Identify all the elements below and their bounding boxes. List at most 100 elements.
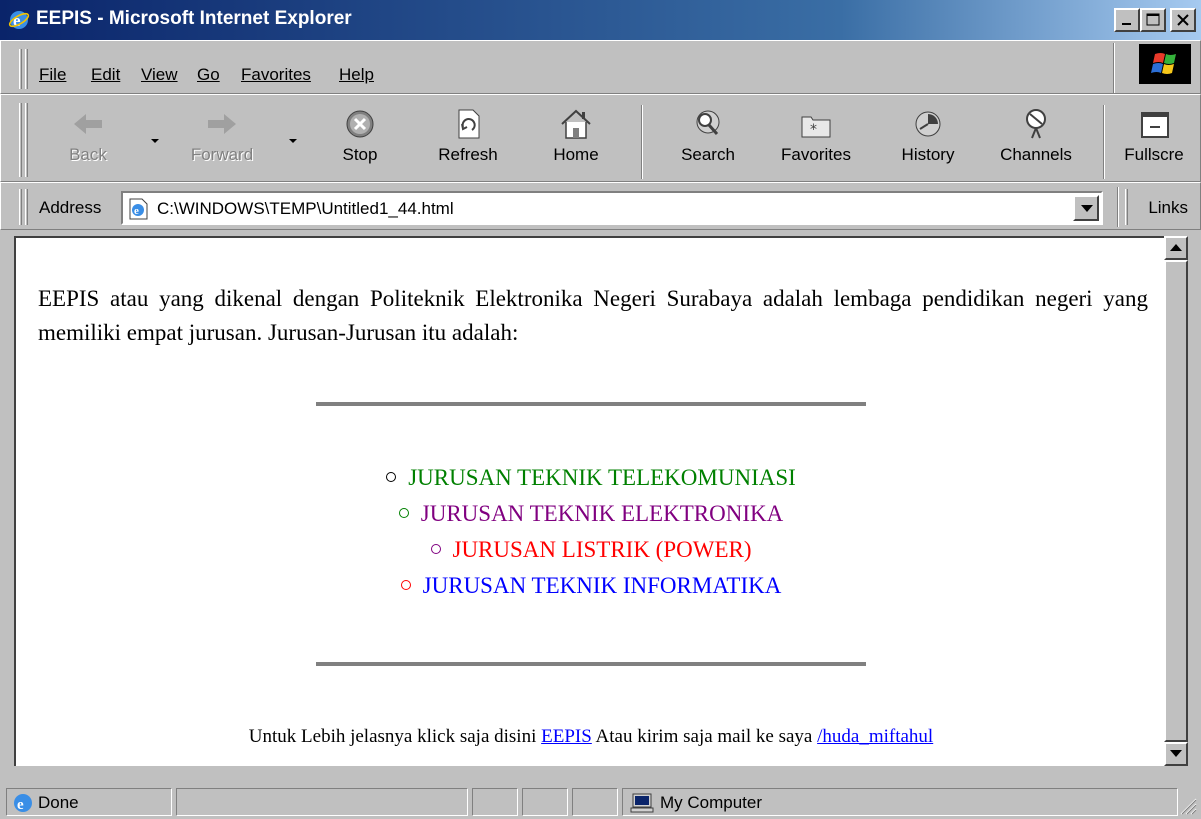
status-pane [572,788,618,816]
circle-bullet-icon [400,580,411,590]
horizontal-rule-bottom [316,662,866,666]
department-item: JURUSAN TEKNIK INFORMATIKA [16,568,1164,604]
department-label: JURUSAN TEKNIK TELEKOMUNIASI [408,465,796,490]
address-input[interactable]: e C:\WINDOWS\TEMP\Untitled1_44.html [121,191,1103,225]
toolbar-separator [641,105,643,179]
page-icon: e [129,198,148,220]
circle-bullet-icon [430,544,441,554]
my-computer-icon [630,793,654,813]
links-grip[interactable] [1125,189,1128,225]
scroll-up-button[interactable] [1164,236,1188,260]
page-content: EEPIS atau yang dikenal dengan Politekni… [14,236,1164,766]
back-button[interactable]: Back [49,107,127,177]
arrow-up-icon [1170,244,1182,251]
links-button[interactable]: Links [1148,198,1188,218]
scroll-down-button[interactable] [1164,742,1188,766]
minimize-button[interactable] [1114,8,1140,32]
favorites-button[interactable]: * Favorites [777,107,855,177]
menu-help[interactable]: Help [339,65,374,85]
horizontal-rule-top [316,402,866,406]
menu-edit[interactable]: Edit [91,65,120,85]
menu-favorites[interactable]: Favorites [241,65,311,85]
ie-page-icon: e [14,794,32,813]
menu-grip[interactable] [19,49,22,89]
circle-bullet-icon [398,508,409,518]
stop-button[interactable]: Stop [321,107,399,177]
svg-text:e: e [17,797,24,813]
email-link[interactable]: /huda_miftahul [817,726,933,747]
fullscreen-icon [1141,112,1169,138]
department-label: JURUSAN TEKNIK ELEKTRONIKA [420,501,784,526]
refresh-button[interactable]: Refresh [429,107,507,177]
close-button[interactable] [1170,8,1196,32]
eepis-link[interactable]: EEPIS [541,726,592,747]
status-pane [522,788,568,816]
svg-text:*: * [810,122,817,138]
minimize-icon [1122,23,1131,25]
windows-logo [1139,44,1191,84]
zone-label: My Computer [660,793,763,812]
vertical-scrollbar[interactable] [1164,236,1188,766]
stop-icon [346,110,374,138]
department-item: JURUSAN TEKNIK ELEKTRONIKA [16,496,1164,532]
menu-grip[interactable] [25,49,28,89]
department-list: JURUSAN TEKNIK TELEKOMUNIASI JURUSAN TEK… [16,460,1164,604]
department-item: JURUSAN LISTRIK (POWER) [16,532,1164,568]
channels-satellite-icon [1026,109,1046,139]
history-icon [915,111,941,137]
home-icon [561,109,591,139]
svg-text:e: e [13,11,21,30]
address-dropdown-button[interactable] [1073,195,1099,221]
arrow-down-icon [1170,750,1182,757]
menu-file[interactable]: File [39,65,66,85]
address-grip[interactable] [19,189,22,225]
status-pane-progress [176,788,468,816]
address-url: C:\WINDOWS\TEMP\Untitled1_44.html [157,199,454,218]
close-icon [1177,14,1189,26]
department-label: JURUSAN LISTRIK (POWER) [452,537,752,562]
svg-text:e: e [134,205,139,217]
history-button[interactable]: History [889,107,967,177]
status-pane [472,788,518,816]
forward-dropdown-arrow[interactable] [289,139,297,143]
ie-icon: e [8,11,30,30]
circle-bullet-icon [386,472,397,482]
department-label: JURUSAN TEKNIK INFORMATIKA [422,573,782,598]
search-button[interactable]: Search [669,107,747,177]
status-bar: e Done My Computer [0,768,1201,819]
footer-text: Untuk Lebih jelasnya klick saja disini [248,726,542,747]
links-divider [1117,187,1119,227]
channels-button[interactable]: Channels [997,107,1075,177]
menu-view[interactable]: View [141,65,178,85]
menu-bar: File Edit View Go Favorites Help [0,40,1201,94]
maximize-button[interactable] [1140,8,1166,32]
toolbar-separator [1103,105,1105,179]
footer-text: Atau kirim saja mail ke saya [591,726,818,747]
refresh-icon [458,109,480,139]
footer-line: Untuk Lebih jelasnya klick saja disini E… [16,726,1164,748]
windows-flag-icon [1151,53,1176,74]
toolbar: Back Forward Stop Refresh Home Search * … [0,94,1201,182]
search-icon [696,110,720,135]
back-dropdown-arrow[interactable] [151,139,159,143]
toolbar-grip[interactable] [19,103,22,177]
forward-button[interactable]: Forward [183,107,261,177]
chevron-down-icon [1081,205,1093,212]
toolbar-grip[interactable] [25,103,28,177]
department-item: JURUSAN TEKNIK TELEKOMUNIASI [16,460,1164,496]
intro-paragraph: EEPIS atau yang dikenal dengan Politekni… [38,286,1148,345]
address-label: Address [39,198,102,217]
favorites-folder-icon: * [801,116,831,138]
menu-divider [1113,43,1115,93]
resize-grip-icon[interactable] [1177,795,1197,815]
home-button[interactable]: Home [537,107,615,177]
address-bar: Address e C:\WINDOWS\TEMP\Untitled1_44.h… [0,182,1201,230]
address-grip[interactable] [25,189,28,225]
menu-go[interactable]: Go [197,65,220,85]
maximize-icon [1146,13,1160,26]
fullscreen-button[interactable]: Fullscre [1115,107,1193,177]
title-bar[interactable]: e EEPIS - Microsoft Internet Explorer [0,0,1201,40]
scroll-thumb[interactable] [1164,260,1188,742]
forward-arrow-icon [208,114,236,134]
status-text: Done [38,793,79,812]
